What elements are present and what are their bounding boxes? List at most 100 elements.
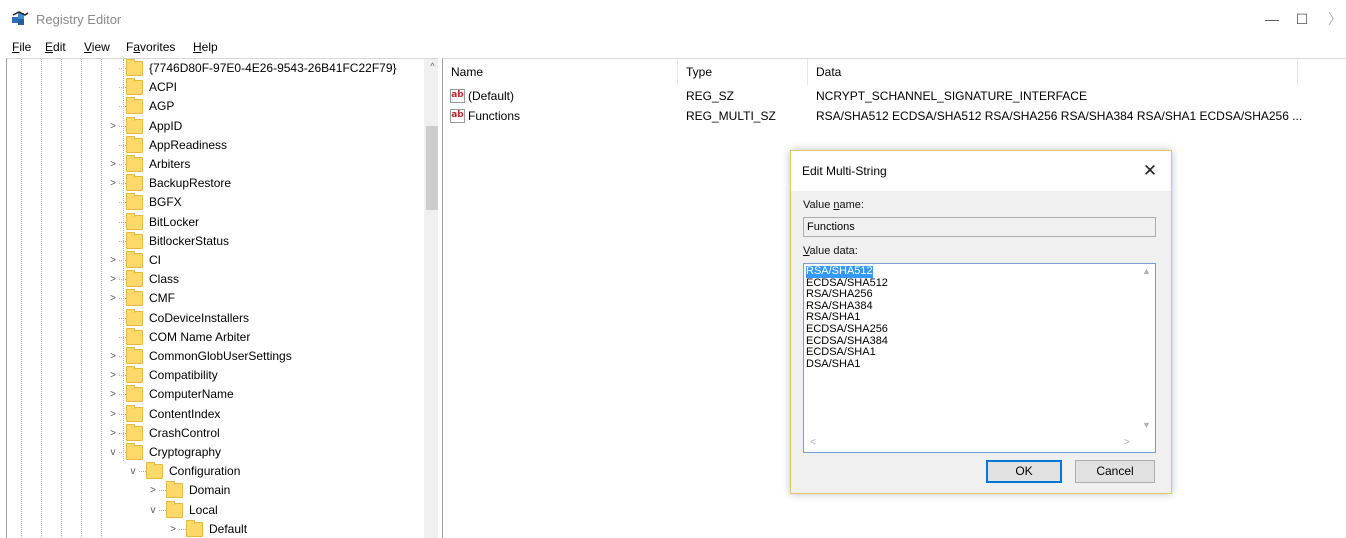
key-tree-pane[interactable]: {7746D80F-97E0-4E26-9543-26B41FC22F79} AC… bbox=[6, 58, 438, 538]
tree-item[interactable]: > Compatibility bbox=[7, 366, 422, 385]
tree-scrollbar[interactable]: ^ bbox=[424, 59, 438, 538]
value-row[interactable]: ab Functions REG_MULTI_SZ RSA/SHA512 ECD… bbox=[443, 107, 1303, 126]
string-value-icon: ab bbox=[450, 89, 465, 103]
tree-item[interactable]: > CMF bbox=[7, 289, 422, 308]
tree-item[interactable]: > AppID bbox=[7, 116, 422, 136]
scroll-down-arrow[interactable]: ▼ bbox=[1138, 420, 1155, 430]
folder-icon bbox=[126, 174, 143, 192]
expand-arrow-icon[interactable]: > bbox=[107, 405, 119, 424]
expand-arrow-icon[interactable]: > bbox=[147, 481, 159, 500]
tree-item-label: CommonGlobUserSettings bbox=[149, 349, 292, 363]
tree-item[interactable]: > Arbiters bbox=[7, 155, 422, 174]
tree-item[interactable]: BitLocker bbox=[7, 212, 422, 232]
scroll-right-arrow[interactable]: > bbox=[1124, 437, 1130, 448]
tree-item[interactable]: > Default bbox=[7, 519, 422, 538]
expand-arrow-icon[interactable]: > bbox=[107, 366, 119, 385]
tree-item-label: ContentIndex bbox=[149, 406, 221, 421]
column-header-type[interactable]: Type bbox=[678, 59, 808, 85]
column-header-data[interactable]: Data bbox=[808, 59, 1298, 85]
value-name: (Default) bbox=[468, 89, 515, 103]
expand-arrow-icon[interactable]: > bbox=[107, 251, 119, 270]
scroll-up-arrow[interactable]: ▲ bbox=[1138, 266, 1155, 276]
registry-editor-icon bbox=[12, 11, 29, 25]
tree-item[interactable]: > CommonGlobUserSettings bbox=[7, 347, 422, 366]
value-row[interactable]: ab (Default) REG_SZ NCRYPT_SCHANNEL_SIGN… bbox=[443, 87, 1303, 106]
tree-item[interactable]: v Configuration bbox=[7, 462, 422, 481]
menu-edit[interactable]: Edit bbox=[45, 40, 66, 54]
folder-icon bbox=[186, 519, 203, 537]
expand-arrow-icon[interactable]: > bbox=[107, 424, 119, 443]
tree-item[interactable]: BitlockerStatus bbox=[7, 231, 422, 251]
scroll-thumb[interactable] bbox=[426, 126, 438, 210]
expand-arrow-icon[interactable]: > bbox=[107, 174, 119, 193]
cancel-button[interactable]: Cancel bbox=[1075, 460, 1155, 483]
minimize-button[interactable]: — bbox=[1257, 6, 1287, 32]
title-bar: Registry Editor — ☐ 〉 bbox=[0, 0, 1346, 38]
folder-icon bbox=[126, 212, 143, 230]
value-data-line: DSA/SHA1 bbox=[806, 358, 888, 371]
menu-file[interactable]: File bbox=[12, 40, 31, 54]
tree-item[interactable]: v Cryptography bbox=[7, 443, 422, 462]
textarea-horizontal-scrollbar[interactable]: < > bbox=[804, 435, 1139, 452]
menu-view[interactable]: View bbox=[84, 40, 110, 54]
tree-item-label: CoDeviceInstallers bbox=[149, 310, 250, 325]
folder-icon bbox=[126, 404, 143, 422]
tree-item[interactable]: > Class bbox=[7, 270, 422, 289]
tree-item[interactable]: AGP bbox=[7, 97, 422, 116]
tree-item-label: BGFX bbox=[149, 195, 182, 210]
tree-item[interactable]: ACPI bbox=[7, 78, 422, 97]
expand-arrow-icon[interactable]: > bbox=[167, 520, 179, 538]
tree-item[interactable]: > ComputerName bbox=[7, 385, 422, 404]
tree-item[interactable]: v Local bbox=[7, 500, 422, 520]
column-header-name[interactable]: Name bbox=[443, 59, 678, 85]
folder-icon bbox=[126, 116, 143, 134]
line-text: RSA/SHA384 bbox=[806, 299, 873, 312]
value-type: REG_MULTI_SZ bbox=[686, 109, 776, 123]
tree-item[interactable]: > Domain bbox=[7, 481, 422, 500]
expand-arrow-icon[interactable]: > bbox=[107, 155, 119, 174]
scroll-up-arrow[interactable]: ^ bbox=[424, 61, 438, 71]
tree-connector bbox=[107, 193, 119, 212]
collapse-arrow-icon[interactable]: v bbox=[147, 501, 159, 520]
tree-connector bbox=[107, 232, 119, 251]
tree-item[interactable]: > BackupRestore bbox=[7, 174, 422, 193]
expand-arrow-icon[interactable]: > bbox=[107, 385, 119, 404]
close-button[interactable]: 〉 bbox=[1320, 6, 1346, 32]
tree-item[interactable]: > CI bbox=[7, 251, 422, 270]
tree-item[interactable]: BGFX bbox=[7, 193, 422, 212]
maximize-button[interactable]: ☐ bbox=[1287, 6, 1317, 32]
tree-connector bbox=[107, 97, 119, 116]
tree-item-label: CMF bbox=[149, 291, 175, 306]
collapse-arrow-icon[interactable]: v bbox=[107, 443, 119, 462]
collapse-arrow-icon[interactable]: v bbox=[127, 462, 139, 481]
folder-icon bbox=[126, 327, 143, 345]
folder-icon bbox=[126, 270, 143, 288]
expand-arrow-icon[interactable]: > bbox=[107, 117, 119, 136]
tree-item[interactable]: AppReadiness bbox=[7, 135, 422, 155]
tree-item-label: ComputerName bbox=[149, 387, 234, 402]
value-name-label: Value name: bbox=[803, 199, 864, 211]
textarea-vertical-scrollbar[interactable]: ▲ ▼ bbox=[1138, 264, 1155, 436]
expand-arrow-icon[interactable]: > bbox=[107, 270, 119, 289]
menu-favorites[interactable]: Favorites bbox=[126, 40, 175, 54]
folder-icon bbox=[126, 193, 143, 211]
tree-item-label: BitlockerStatus bbox=[149, 233, 230, 248]
line-text: ECDSA/SHA512 bbox=[806, 276, 888, 289]
dialog-close-button[interactable]: ✕ bbox=[1140, 161, 1160, 181]
expand-arrow-icon[interactable]: > bbox=[107, 347, 119, 366]
tree-item[interactable]: {7746D80F-97E0-4E26-9543-26B41FC22F79} bbox=[7, 59, 422, 78]
menu-help[interactable]: Help bbox=[193, 40, 218, 54]
window-title: Registry Editor bbox=[36, 12, 122, 27]
folder-icon bbox=[126, 385, 143, 403]
tree-item-label: Arbiters bbox=[149, 157, 191, 171]
folder-icon bbox=[126, 97, 143, 115]
tree-item[interactable]: > ContentIndex bbox=[7, 404, 422, 424]
folder-icon bbox=[126, 135, 143, 153]
tree-item[interactable]: COM Name Arbiter bbox=[7, 327, 422, 347]
scroll-left-arrow[interactable]: < bbox=[810, 437, 816, 448]
ok-button[interactable]: OK bbox=[986, 460, 1062, 483]
value-data-textarea[interactable]: RSA/SHA512 ECDSA/SHA512 RSA/SHA256 RSA/SHA3… bbox=[803, 263, 1156, 453]
tree-item[interactable]: > CrashControl bbox=[7, 423, 422, 443]
expand-arrow-icon[interactable]: > bbox=[107, 289, 119, 308]
tree-item[interactable]: CoDeviceInstallers bbox=[7, 308, 422, 328]
